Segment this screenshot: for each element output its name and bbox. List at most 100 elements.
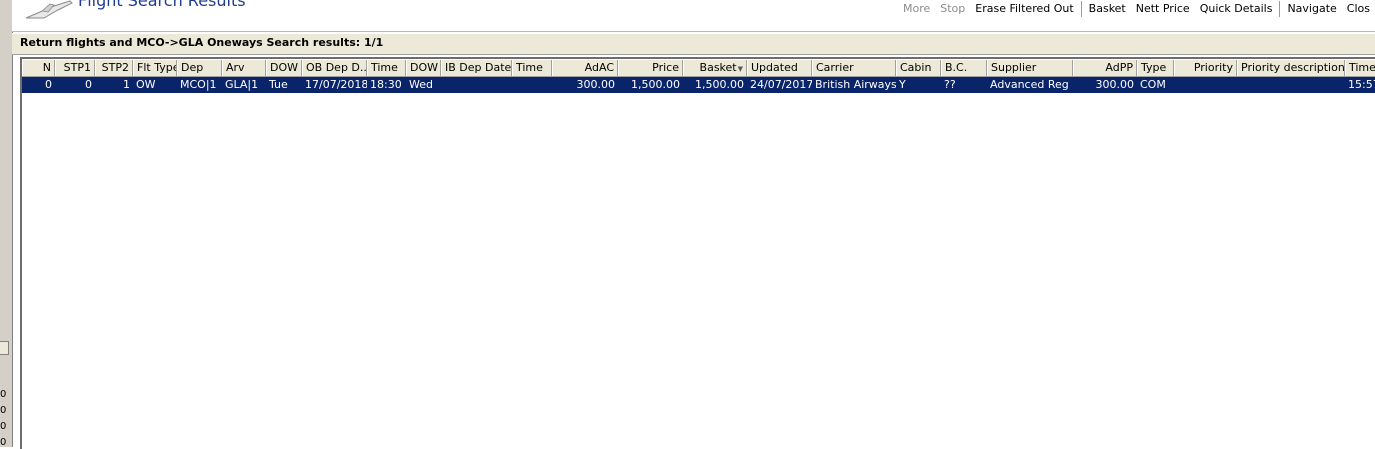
column-header-label: AdPP — [1105, 61, 1133, 74]
window-title: Flight Search Results — [78, 0, 246, 10]
toolbar: More Stop Erase Filtered Out Basket Nett… — [898, 0, 1375, 18]
panel-value: 0 — [0, 421, 7, 432]
cell-bc: ?? — [944, 78, 956, 91]
column-header-priority[interactable]: Priority — [1174, 60, 1237, 76]
column-header-ib-dow[interactable]: DOW — [406, 60, 441, 76]
panel-value: 0 — [0, 389, 7, 400]
window-header: Flight Search Results More Stop Erase Fi… — [12, 0, 1375, 32]
more-button[interactable]: More — [898, 0, 935, 18]
navigate-button[interactable]: Navigate — [1282, 0, 1341, 18]
column-header-label: Carrier — [816, 61, 854, 74]
column-header-label: DOW — [270, 61, 299, 74]
column-header-label: STP1 — [63, 61, 91, 74]
cell-priority — [1174, 77, 1237, 93]
cell-stp1: 0 — [85, 78, 92, 91]
column-header-priority-description[interactable]: Priority description — [1237, 60, 1345, 76]
results-caption-bar: Return flights and MCO->GLA Oneways Sear… — [12, 33, 1375, 55]
stop-button[interactable]: Stop — [935, 0, 970, 18]
column-header-time[interactable]: Time — [1345, 60, 1375, 76]
basket-button[interactable]: Basket — [1084, 0, 1131, 18]
column-header-label: Arv — [226, 61, 245, 74]
column-header-label: Dep — [181, 61, 204, 74]
cell-dep: MCO|1 — [180, 78, 217, 91]
column-header-carrier[interactable]: Carrier — [812, 60, 896, 76]
cell-flt-type: OW — [136, 78, 156, 91]
column-header-n[interactable]: N — [22, 60, 55, 76]
column-header-arv[interactable]: Arv — [222, 60, 266, 76]
cell-arv: GLA|1 — [225, 78, 259, 91]
column-header-ib-time[interactable]: Time — [512, 60, 552, 76]
column-header-stp1[interactable]: STP1 — [55, 60, 95, 76]
airplane-icon — [25, 0, 73, 19]
column-header-label: Priority description — [1241, 61, 1345, 74]
cell-ob-dow: Tue — [269, 78, 288, 91]
column-header-label: OB Dep D... — [306, 61, 367, 74]
column-header-updated[interactable]: Updated — [747, 60, 812, 76]
column-header-label: Updated — [751, 61, 798, 74]
column-header-type[interactable]: Type — [1137, 60, 1174, 76]
column-header-label: AdAC — [584, 61, 614, 74]
grid-header: N STP1 STP2 Flt Type Dep Arv DOW OB Dep D... Tim… — [22, 60, 1375, 77]
toolbar-divider — [1279, 1, 1281, 17]
cell-type: COM — [1140, 78, 1166, 91]
cell-n: 0 — [45, 78, 52, 91]
column-header-label: IB Dep Date — [445, 61, 512, 74]
cell-basket: 1,500.00 — [695, 78, 744, 91]
column-header-bc[interactable]: B.C. — [941, 60, 987, 76]
column-header-label: Price — [652, 61, 679, 74]
column-header-ob-dep-date[interactable]: OB Dep D... — [302, 60, 367, 76]
column-header-ib-dep-date[interactable]: IB Dep Date — [441, 60, 512, 76]
cell-adac: 300.00 — [576, 78, 616, 91]
column-header-label: Time — [371, 61, 398, 74]
column-header-ob-dow[interactable]: DOW — [266, 60, 302, 76]
results-caption: Return flights and MCO->GLA Oneways Sear… — [20, 36, 384, 49]
column-header-label: Basket — [699, 61, 737, 74]
column-header-label: Flt Type — [137, 61, 177, 74]
column-header-flt-type[interactable]: Flt Type — [133, 60, 177, 76]
panel-value: 0 — [0, 437, 7, 448]
cell-carrier: British Airways — [815, 78, 896, 91]
cell-ib-dow: Wed — [409, 78, 433, 91]
column-header-basket[interactable]: Basket▼ — [683, 60, 747, 76]
cell-ob-time: 18:30 — [370, 78, 402, 91]
table-row[interactable]: 0 0 1 OW MCO|1 GLA|1 Tue 17/07/2018 18:30 Wed 300.… — [22, 77, 1375, 93]
erase-filtered-out-button[interactable]: Erase Filtered Out — [970, 0, 1078, 18]
column-header-adpp[interactable]: AdPP — [1073, 60, 1137, 76]
left-panel: 0 0 0 0 — [0, 0, 13, 448]
column-header-label: Priority — [1193, 61, 1233, 74]
column-header-cabin[interactable]: Cabin — [896, 60, 941, 76]
cell-stp2: 1 — [123, 78, 130, 91]
column-header-label: Time — [1349, 61, 1375, 74]
column-header-adac[interactable]: AdAC — [552, 60, 618, 76]
cell-price: 1,500.00 — [631, 78, 680, 91]
column-header-label: N — [42, 61, 51, 74]
cell-priority-description — [1237, 77, 1345, 93]
column-header-label: Time — [516, 61, 543, 74]
column-header-label: Supplier — [991, 61, 1037, 74]
toolbar-divider — [1080, 1, 1082, 17]
column-header-stp2[interactable]: STP2 — [95, 60, 133, 76]
cell-adpp: 300.00 — [1095, 78, 1135, 91]
column-header-dep[interactable]: Dep — [177, 60, 222, 76]
cell-ib-dep-date — [441, 77, 512, 93]
nett-price-button[interactable]: Nett Price — [1131, 0, 1195, 18]
cell-ib-time — [512, 77, 552, 93]
close-button[interactable]: Clos — [1342, 0, 1375, 18]
panel-value: 0 — [0, 405, 7, 416]
column-header-label: B.C. — [945, 61, 968, 74]
cell-time: 15:57 — [1348, 78, 1375, 91]
panel-toggle-button[interactable] — [0, 341, 9, 355]
cell-ob-dep-date: 17/07/2018 — [305, 78, 367, 91]
column-header-ob-time[interactable]: Time — [367, 60, 406, 76]
column-header-price[interactable]: Price — [618, 60, 683, 76]
column-header-label: Cabin — [900, 61, 932, 74]
quick-details-button[interactable]: Quick Details — [1195, 0, 1278, 18]
results-grid: N STP1 STP2 Flt Type Dep Arv DOW OB Dep D... Tim… — [20, 57, 1375, 449]
sort-descending-icon: ▼ — [737, 65, 743, 73]
column-header-label: DOW — [410, 61, 439, 74]
cell-cabin: Y — [899, 78, 906, 91]
column-header-supplier[interactable]: Supplier — [987, 60, 1073, 76]
cell-supplier: Advanced Reg — [990, 78, 1069, 91]
cell-updated: 24/07/2017 — [750, 78, 812, 91]
column-header-label: STP2 — [101, 61, 129, 74]
